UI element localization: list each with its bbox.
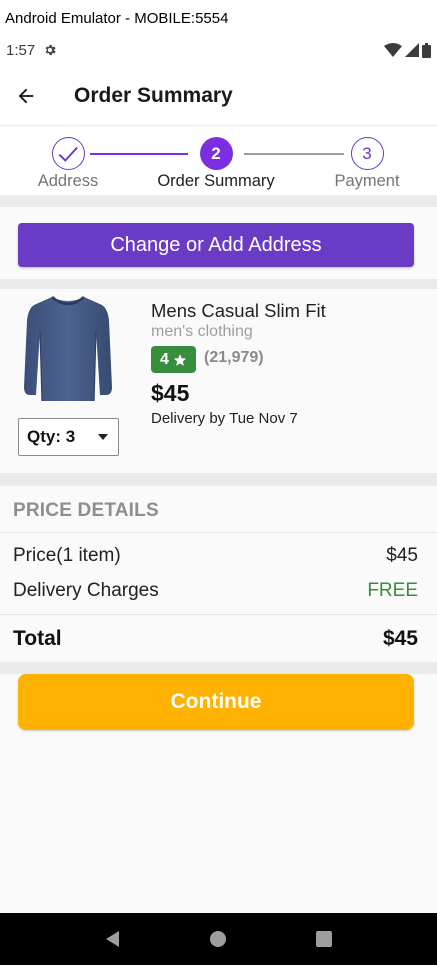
continue-button[interactable]: Continue [18, 674, 414, 730]
app-bar: Order Summary [0, 66, 437, 126]
total-label: Total [13, 627, 62, 650]
product-category: men's clothing [151, 323, 253, 340]
step-address-circle [51, 137, 85, 170]
caret-down-icon [98, 434, 108, 440]
step-address-label: Address [37, 172, 99, 190]
quantity-label: Qty: 3 [27, 427, 76, 446]
price-details-section: PRICE DETAILS Price(1 item) $45 Delivery… [0, 486, 437, 662]
divider [0, 614, 437, 615]
divider-strip [0, 473, 437, 486]
product-card: Mens Casual Slim Fit men's clothing 4 (2… [0, 289, 437, 473]
rating-count: (21,979) [204, 349, 264, 366]
system-recents-button[interactable] [304, 919, 344, 959]
delivery-date: Delivery by Tue Nov 7 [151, 410, 298, 427]
step-payment-circle: 3 [350, 137, 384, 170]
system-nav-bar [0, 913, 437, 965]
step-payment-label: Payment [334, 172, 400, 190]
back-triangle-icon [105, 931, 119, 947]
star-icon [173, 353, 187, 366]
status-time: 1:57 [6, 41, 36, 59]
signal-icon [405, 43, 419, 57]
step-payment[interactable]: 3 Payment [307, 137, 427, 191]
back-button[interactable] [0, 66, 54, 126]
recents-square-icon [316, 931, 333, 947]
step-order-summary-circle: 2 [199, 137, 233, 170]
checkout-stepper: Address 2 Order Summary 3 Payment [0, 127, 437, 195]
shirt-image [24, 296, 112, 402]
rating-badge: 4 [151, 346, 196, 373]
wifi-icon [384, 43, 402, 57]
price-row-value: $45 [386, 545, 418, 566]
product-title: Mens Casual Slim Fit [151, 300, 326, 321]
price-details-header: PRICE DETAILS [13, 500, 159, 521]
system-home-button[interactable] [198, 919, 238, 959]
gear-icon [45, 44, 56, 56]
delivery-charges-row: Delivery Charges FREE [13, 580, 418, 602]
check-icon [58, 146, 78, 162]
total-value: $45 [382, 627, 418, 650]
status-icons [384, 42, 431, 58]
price-row: Price(1 item) $45 [13, 545, 418, 567]
step-order-summary-label: Order Summary [157, 172, 275, 190]
step-order-summary[interactable]: 2 Order Summary [156, 137, 276, 191]
quantity-dropdown[interactable]: Qty: 3 [18, 418, 119, 456]
rating-value: 4 [160, 350, 169, 368]
emulator-title: Android Emulator - MOBILE:5554 [0, 0, 437, 34]
total-row: Total $45 [13, 627, 418, 651]
divider-strip [0, 662, 437, 674]
divider [0, 532, 437, 533]
battery-icon [422, 42, 431, 58]
divider-strip [0, 279, 437, 289]
delivery-charges-value: FREE [367, 580, 418, 601]
system-back-button[interactable] [93, 919, 133, 959]
change-address-button[interactable]: Change or Add Address [18, 223, 414, 267]
arrow-left-icon [18, 88, 34, 103]
delivery-charges-label: Delivery Charges [13, 580, 159, 601]
status-bar: 1:57 [0, 34, 437, 66]
page-title: Order Summary [74, 83, 233, 107]
step-address[interactable]: Address [8, 137, 128, 191]
screen: Android Emulator - MOBILE:5554 1:57 Orde… [0, 0, 437, 965]
product-price: $45 [151, 380, 190, 406]
address-section: Change or Add Address [0, 207, 437, 279]
home-circle-icon [210, 931, 227, 947]
divider-strip [0, 195, 437, 207]
price-row-label: Price(1 item) [13, 545, 121, 566]
